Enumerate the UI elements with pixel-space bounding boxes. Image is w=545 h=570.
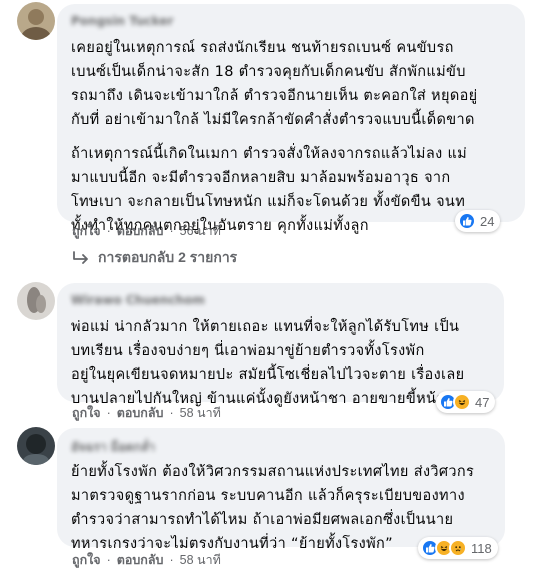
sad-reaction-icon [449, 539, 467, 557]
reaction-count: 47 [475, 394, 490, 410]
comment-line: มาแบบนี้อีก จะมีตำรวจอีกหลายสิบ มาล้อมพร… [71, 170, 451, 186]
reply-button[interactable]: ตอบกลับ [117, 221, 164, 241]
comment-timestamp[interactable]: 58 นาที [180, 403, 221, 423]
comment-line: เบนซ์เป็นเด็กน่าจะสัก 18 ตำรวจคุยกับเด็ก… [71, 64, 466, 80]
comment-line: เคยอยู่ในเหตุการณ์ รถส่งนักเรียน ชนท้ายร… [71, 40, 454, 56]
like-button[interactable]: ถูกใจ [72, 550, 101, 570]
commenter-avatar[interactable] [17, 427, 55, 465]
comment-text: พ่อแม่ น่ากลัวมาก ให้ตายเถอะ แทนที่จะให้… [71, 315, 490, 411]
comment-text: เคยอยู่ในเหตุการณ์ รถส่งนักเรียน ชนท้ายร… [71, 36, 511, 238]
avatar-image [17, 427, 55, 465]
like-reaction-icon [458, 212, 476, 230]
reaction-summary[interactable]: 118 [418, 537, 498, 559]
reply-arrow-icon [73, 251, 88, 264]
reaction-summary[interactable]: 47 [436, 391, 496, 413]
comment-line: อยู่ในยุคเขียนจดหมายปะ สมัยนี้โซเชี่ยลไป… [71, 367, 465, 383]
comment-author[interactable]: Pongsin Tucker [71, 14, 511, 30]
comment-line: ย้ายทั้งโรงพัก ต้องให้วิศวกรรมสถานแห่งปร… [71, 464, 475, 480]
comment-author[interactable]: อัจฉรา ม็อดกล่ำ [71, 438, 491, 454]
comment-timestamp[interactable]: 56 นาที [180, 221, 221, 241]
commenter-avatar[interactable] [17, 282, 55, 320]
comment-line: ถ้าเหตุการณ์นี้เกิดในเมกา ตำรวจสั่งให้ลง… [71, 146, 468, 162]
haha-reaction-icon [453, 393, 471, 411]
comment-actions: ถูกใจ · ตอบกลับ · 58 นาที [72, 403, 221, 423]
comment-line: โทษเบา จะกลายเป็นโทษหนัก แม่ก็จะโดนด้วย … [71, 194, 466, 210]
comment-actions: ถูกใจ · ตอบกลับ · 56 นาที [72, 221, 221, 241]
comment-line: ตำรวจว่าสามารถทำได้ไหม ถ้าเอาพ่อมียศพลเอ… [71, 512, 454, 528]
comment-line: บทเรียน เรื่องจบง่ายๆ นี่เอาพ่อมาขู่ย้าย… [71, 343, 425, 359]
comment-line: พ่อแม่ น่ากลัวมาก ให้ตายเถอะ แทนที่จะให้… [71, 319, 460, 335]
comment-bubble: Pongsin Tucker เคยอยู่ในเหตุการณ์ รถส่งน… [57, 4, 525, 234]
reaction-count: 118 [471, 540, 492, 556]
avatar-image [17, 2, 55, 40]
comment-line: กับที่ อย่าเข้ามาใกล้ ไม่มีใครกล้าขัดคำส… [71, 112, 475, 128]
commenter-avatar[interactable] [17, 2, 55, 40]
reply-button[interactable]: ตอบกลับ [117, 550, 164, 570]
comment-author[interactable]: Wirawo Chuenchom [71, 293, 490, 309]
reply-button[interactable]: ตอบกลับ [117, 403, 164, 423]
reaction-count: 24 [480, 213, 495, 229]
view-replies-link[interactable]: การตอบกลับ 2 รายการ [72, 247, 237, 269]
comment-line: มาตรวจดูฐานรากก่อน ระบบคานอีก แล้วก็ครุร… [71, 488, 465, 504]
reaction-summary[interactable]: 24 [455, 210, 501, 232]
comment-actions: ถูกใจ · ตอบกลับ · 58 นาที [72, 550, 221, 570]
comment-timestamp[interactable]: 58 นาที [180, 550, 221, 570]
like-button[interactable]: ถูกใจ [72, 221, 101, 241]
like-button[interactable]: ถูกใจ [72, 403, 101, 423]
view-replies-label: การตอบกลับ 2 รายการ [98, 249, 238, 265]
avatar-image [17, 282, 55, 320]
comment-bubble: อัจฉรา ม็อดกล่ำ ย้ายทั้งโรงพัก ต้องให้วิ… [57, 428, 505, 552]
comment-line: รถมาถึง เดินจะเข้ามาใกล้ ตำรวจอีกนายเห็น… [71, 88, 478, 104]
comment-bubble: Wirawo Chuenchom พ่อแม่ น่ากลัวมาก ให้ตา… [57, 283, 504, 407]
